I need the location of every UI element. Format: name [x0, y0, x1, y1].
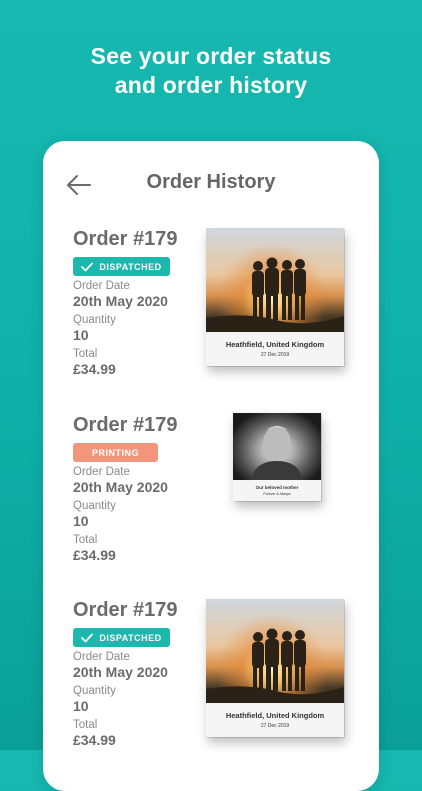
book-cover-photo	[206, 228, 344, 332]
order-card[interactable]: Order #179 DISPATCHED Order Date 20th Ma…	[73, 227, 379, 407]
order-card[interactable]: Order #179 DISPATCHED Order Date 20th Ma…	[73, 598, 379, 778]
order-date-value: 20th May 2020	[73, 479, 168, 495]
status-badge: PRINTING	[73, 443, 158, 462]
book-title: Heathfield, United Kingdom	[225, 340, 325, 349]
book-subtitle: Forever & Always	[263, 492, 291, 496]
status-badge: DISPATCHED	[73, 628, 170, 647]
status-badge: DISPATCHED	[73, 257, 170, 276]
book-title: Heathfield, United Kingdom	[225, 711, 325, 720]
check-icon	[81, 633, 94, 642]
promo-line-1: See your order status	[90, 43, 332, 69]
promo-headline: See your order status and order history	[0, 42, 422, 100]
order-card[interactable]: Order #179 PRINTING Order Date 20th May …	[73, 413, 379, 593]
book-subtitle: 27 Dec 2019	[260, 723, 290, 729]
photo-book-thumbnail: Heathfield, United Kingdom 27 Dec 2019	[206, 228, 344, 366]
status-label: DISPATCHED	[99, 632, 162, 643]
order-date-label: Order Date	[73, 466, 130, 478]
promo-line-2: and order history	[114, 72, 308, 98]
status-label: PRINTING	[91, 447, 139, 458]
check-icon	[81, 262, 94, 271]
silhouette-figures	[206, 628, 344, 703]
status-label: DISPATCHED	[99, 261, 162, 272]
book-title: Our beloved mother	[255, 485, 299, 490]
book-cover-photo	[233, 413, 321, 480]
total-label: Total	[73, 534, 98, 546]
phone-screen: Order History Order #179 DISPATCHED Orde…	[43, 141, 379, 791]
portrait-figure	[251, 426, 303, 480]
quantity-label: Quantity	[73, 500, 116, 512]
photo-book-thumbnail: Heathfield, United Kingdom 27 Dec 2019	[206, 599, 344, 737]
total-value: £34.99	[73, 547, 116, 563]
silhouette-figures	[206, 257, 344, 332]
book-subtitle: 27 Dec 2019	[260, 352, 290, 358]
order-number: Order #179	[73, 414, 178, 436]
page-title: Order History	[146, 171, 276, 193]
app-header: Order History	[43, 141, 379, 221]
book-cover-photo	[206, 599, 344, 703]
quantity-value: 10	[73, 513, 89, 529]
photo-book-thumbnail: Our beloved mother Forever & Always	[233, 413, 321, 501]
